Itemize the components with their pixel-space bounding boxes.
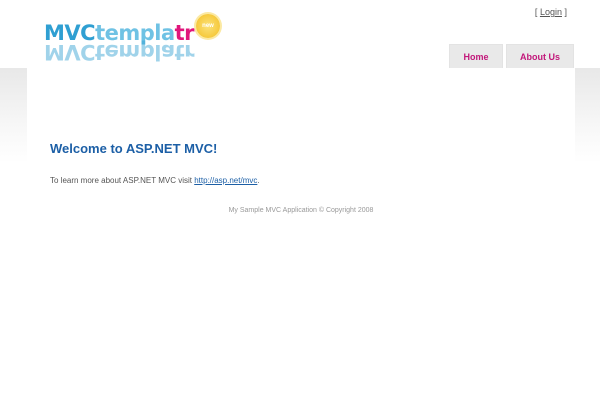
footer-copyright: My Sample MVC Application © Copyright 20…: [228, 207, 374, 214]
login-open-bracket: [: [534, 7, 538, 17]
main-content: Welcome to ASP.NET MVC! To learn more ab…: [27, 68, 575, 400]
logo-reflection-text: MVCtemplatr: [44, 40, 195, 64]
main-nav: Home About Us: [449, 44, 574, 69]
intro-end: .: [257, 176, 260, 185]
page: MVCtemplatr MVCtemplatr new [ Login ] Ho…: [0, 0, 600, 400]
header: MVCtemplatr MVCtemplatr new [ Login ] Ho…: [0, 0, 600, 69]
login-area: [ Login ]: [535, 7, 567, 17]
login-close-bracket: ]: [564, 7, 567, 17]
nav-tab-about-us[interactable]: About Us: [506, 44, 574, 69]
logo-reflection: MVCtemplatr: [44, 40, 195, 64]
login-link[interactable]: Login: [540, 7, 562, 17]
asp-net-mvc-link[interactable]: http://asp.net/mvc: [194, 176, 257, 185]
page-title: Welcome to ASP.NET MVC!: [50, 141, 218, 156]
intro-text: To learn more about ASP.NET MVC visit: [50, 176, 195, 185]
nav-tab-home[interactable]: Home: [449, 44, 503, 69]
new-badge-icon: new: [196, 14, 220, 38]
site-logo[interactable]: MVCtemplatr MVCtemplatr new: [44, 14, 224, 66]
intro-paragraph: To learn more about ASP.NET MVC visit ht…: [50, 176, 260, 185]
